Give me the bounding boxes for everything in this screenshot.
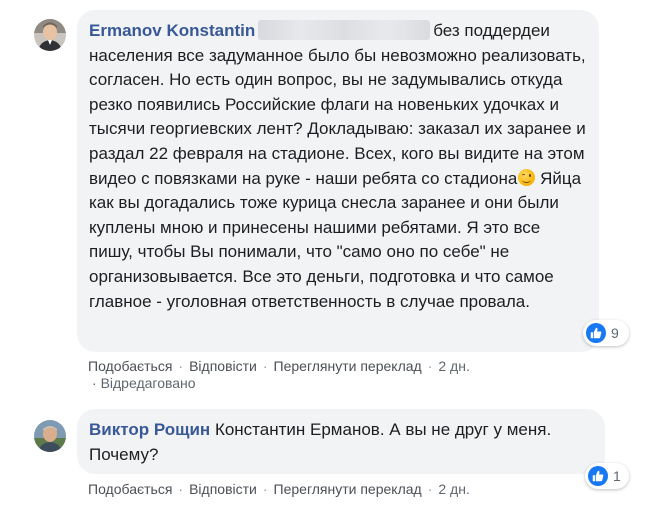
reaction-count-1: 9 xyxy=(611,325,619,341)
comment-body-1: без поддердеи населения все задуманное б… xyxy=(89,21,586,188)
redacted-name-block xyxy=(258,20,431,40)
comment-author-2[interactable]: Виктор Рощин xyxy=(89,420,210,439)
comment-body-1-continued: Яйца как вы догадались тоже курица снесл… xyxy=(89,168,582,311)
comment-bubble-1: Ermanov Konstantin без поддердеи населени… xyxy=(77,10,599,352)
reaction-count-badge-2[interactable]: 1 xyxy=(585,463,629,489)
comment-time-2[interactable]: 2 дн. xyxy=(438,481,469,497)
avatar-roshchin[interactable] xyxy=(34,420,66,452)
reaction-count-2: 1 xyxy=(613,468,621,484)
like-reaction-icon-2 xyxy=(588,466,608,486)
comment-actions-2: Подобається · Відповісти · Переглянути перек… xyxy=(88,481,470,497)
like-link[interactable]: Подобається xyxy=(88,358,172,374)
edited-text: Відредаговано xyxy=(100,375,196,391)
reaction-count-badge-1[interactable]: 9 xyxy=(583,320,629,346)
comment-actions-1: Подобається · Відповісти · Переглянути перек… xyxy=(88,358,470,374)
comment-1: Ermanov Konstantin без поддердеи населени… xyxy=(0,0,651,391)
reply-link[interactable]: Відповісти xyxy=(189,358,257,374)
avatar-ermanov[interactable] xyxy=(34,19,66,51)
edited-label[interactable]: · Відредаговано xyxy=(92,375,196,391)
comment-text-2: Виктор Рощин Константин Ерманов. А вы не… xyxy=(89,418,593,467)
see-translation-link[interactable]: Переглянути переклад xyxy=(274,358,422,374)
see-translation-link-2[interactable]: Переглянути переклад xyxy=(274,481,422,497)
like-reaction-icon xyxy=(586,323,606,343)
comment-2: Виктор Рощин Константин Ерманов. А вы не… xyxy=(0,400,651,506)
comment-text-1: Ermanov Konstantin без поддердеи населени… xyxy=(89,19,587,314)
winking-face-emoji-icon xyxy=(518,168,536,186)
comment-time[interactable]: 2 дн. xyxy=(438,358,469,374)
reply-link-2[interactable]: Відповісти xyxy=(189,481,257,497)
comment-author-1[interactable]: Ermanov Konstantin xyxy=(89,21,255,40)
comment-bubble-2: Виктор Рощин Константин Ерманов. А вы не… xyxy=(77,409,605,474)
like-link-2[interactable]: Подобається xyxy=(88,481,172,497)
